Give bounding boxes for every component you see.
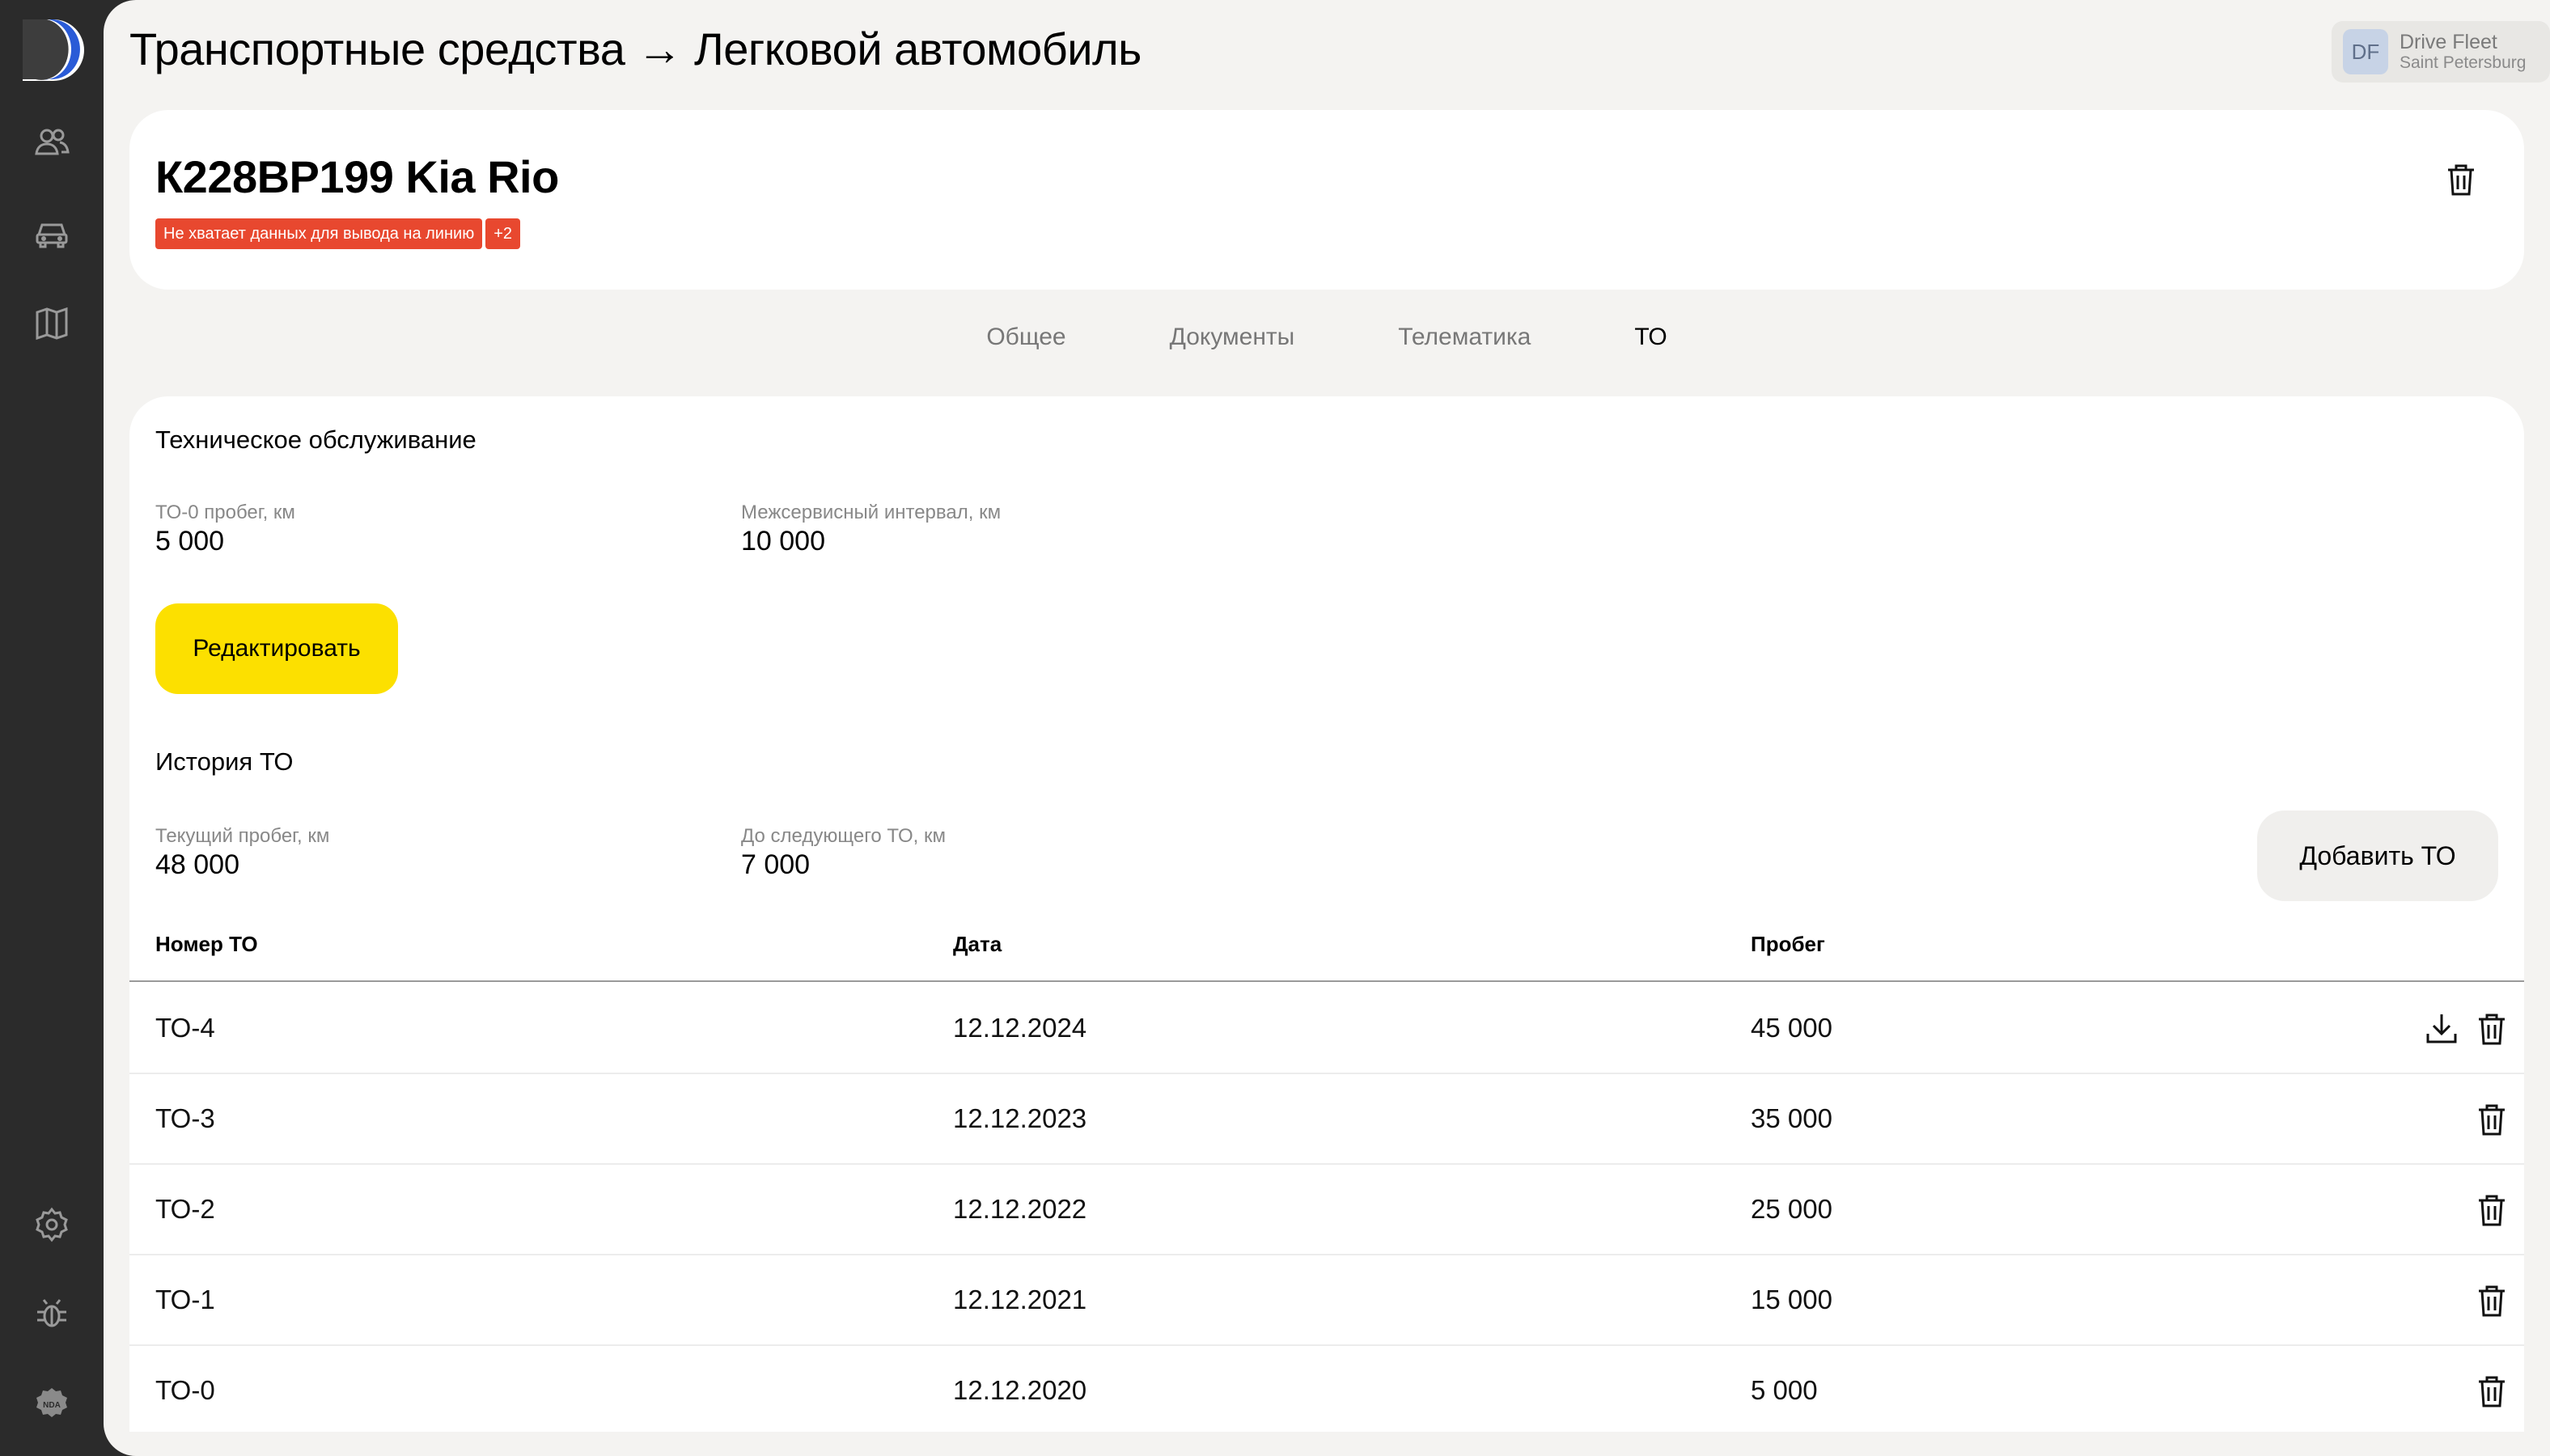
trash-icon — [2479, 1104, 2505, 1136]
row-date: 12.12.2024 — [953, 1013, 1087, 1043]
row-mileage: 5 000 — [1751, 1375, 1818, 1405]
settings-icon[interactable] — [28, 1200, 76, 1249]
bug-icon[interactable] — [28, 1289, 76, 1338]
tab-general[interactable]: Общее — [934, 324, 1117, 351]
car-icon[interactable] — [28, 209, 76, 257]
delete-row-button[interactable] — [2472, 1006, 2511, 1052]
column-header-number[interactable]: Номер ТО — [155, 932, 258, 957]
trash-icon — [2479, 1195, 2505, 1226]
nda-icon[interactable]: NDA — [28, 1380, 76, 1428]
row-date: 12.12.2021 — [953, 1285, 1087, 1314]
row-number: ТО-1 — [155, 1285, 215, 1314]
account-name: Drive Fleet — [2400, 30, 2497, 53]
svg-text:NDA: NDA — [43, 1401, 61, 1410]
table-header: Номер ТО Дата Пробег — [129, 932, 2524, 982]
maintenance-card: Техническое обслуживание ТО-0 пробег, км… — [129, 396, 2524, 1432]
trash-icon — [2479, 1376, 2505, 1407]
column-header-date[interactable]: Дата — [953, 932, 1002, 957]
users-icon[interactable] — [28, 118, 76, 167]
delete-row-button[interactable] — [2472, 1369, 2511, 1414]
row-mileage: 15 000 — [1751, 1285, 1832, 1314]
more-badges-count[interactable]: +2 — [485, 218, 521, 249]
page-title: Транспортные средства → Легковой автомоб… — [129, 23, 1142, 74]
account-switcher[interactable]: DF Drive Fleet Saint Petersburg — [2332, 21, 2550, 83]
main-panel: Транспортные средства → Легковой автомоб… — [104, 0, 2550, 1456]
app-logo-icon[interactable] — [19, 15, 84, 83]
download-icon — [2426, 1014, 2457, 1043]
table-row[interactable]: ТО-3 12.12.2023 35 000 — [129, 1074, 2524, 1165]
row-mileage: 45 000 — [1751, 1013, 1832, 1043]
trash-icon — [2448, 164, 2474, 196]
tab-telematics[interactable]: Телематика — [1346, 324, 1582, 351]
row-number: ТО-3 — [155, 1103, 215, 1133]
trash-icon — [2479, 1014, 2505, 1045]
current-mileage-value: 48 000 — [155, 849, 239, 880]
next-service-label: До следующего ТО, км — [741, 825, 947, 847]
row-number: ТО-0 — [155, 1375, 215, 1405]
table-row[interactable]: ТО-4 12.12.2024 45 000 — [129, 984, 2524, 1074]
row-mileage: 35 000 — [1751, 1103, 1832, 1133]
row-date: 12.12.2020 — [953, 1375, 1087, 1405]
delete-row-button[interactable] — [2472, 1097, 2511, 1142]
maintenance-title: Техническое обслуживание — [155, 425, 477, 454]
download-button[interactable] — [2422, 1006, 2461, 1052]
tab-maintenance[interactable]: ТО — [1582, 324, 1718, 351]
vehicle-title: К228ВР199 Kia Rio — [155, 151, 559, 202]
column-header-mileage[interactable]: Пробег — [1751, 932, 1825, 957]
map-icon[interactable] — [28, 299, 76, 348]
table-row[interactable]: ТО-1 12.12.2021 15 000 — [129, 1255, 2524, 1346]
trash-icon — [2479, 1285, 2505, 1317]
tab-bar: Общее Документы Телематика ТО — [104, 324, 2550, 351]
current-mileage-label: Текущий пробег, км — [155, 825, 330, 847]
add-maintenance-button[interactable]: Добавить ТО — [2257, 811, 2498, 901]
to0-mileage-label: ТО-0 пробег, км — [155, 502, 295, 523]
service-interval-label: Межсервисный интервал, км — [741, 502, 1002, 523]
table-row[interactable]: ТО-0 12.12.2020 5 000 — [129, 1346, 2524, 1432]
history-title: История ТО — [155, 747, 294, 776]
row-date: 12.12.2023 — [953, 1103, 1087, 1133]
edit-button[interactable]: Редактировать — [155, 603, 398, 694]
sidebar: NDA — [0, 0, 104, 1456]
delete-vehicle-button[interactable] — [2435, 154, 2487, 205]
row-number: ТО-2 — [155, 1194, 215, 1224]
vehicle-card: К228ВР199 Kia Rio Не хватает данных для … — [129, 110, 2524, 290]
row-mileage: 25 000 — [1751, 1194, 1832, 1224]
row-date: 12.12.2022 — [953, 1194, 1087, 1224]
delete-row-button[interactable] — [2472, 1187, 2511, 1233]
row-number: ТО-4 — [155, 1013, 215, 1043]
table-row[interactable]: ТО-2 12.12.2022 25 000 — [129, 1165, 2524, 1255]
to0-mileage-value: 5 000 — [155, 526, 225, 557]
avatar: DF — [2343, 29, 2388, 74]
status-badge[interactable]: Не хватает данных для вывода на линию — [155, 218, 483, 249]
account-city: Saint Petersburg — [2400, 53, 2527, 73]
delete-row-button[interactable] — [2472, 1278, 2511, 1323]
vehicle-badges: Не хватает данных для вывода на линию +2 — [155, 218, 521, 249]
tab-documents[interactable]: Документы — [1118, 324, 1347, 351]
next-service-value: 7 000 — [741, 849, 811, 880]
service-interval-value: 10 000 — [741, 526, 825, 557]
